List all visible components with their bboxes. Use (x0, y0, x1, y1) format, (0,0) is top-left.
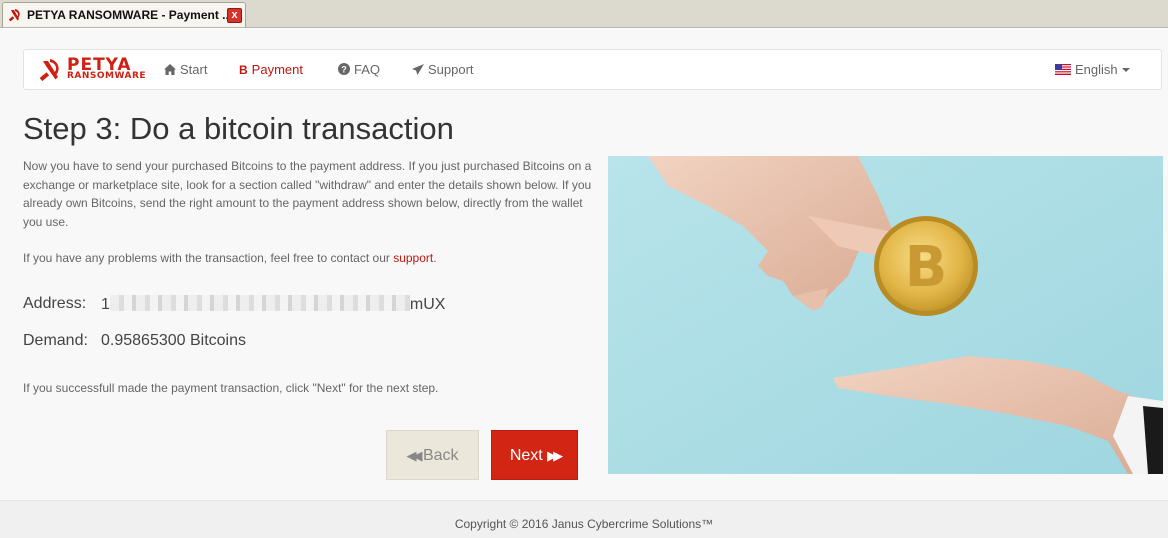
hammer-sickle-icon (39, 59, 59, 82)
support-link[interactable]: support (393, 251, 433, 265)
support-text-body: If you have any problems with the transa… (23, 251, 394, 265)
send-icon (412, 63, 424, 77)
nav-item-start-label: Start (180, 62, 208, 77)
forward-icon: ▶▶ (547, 448, 563, 463)
demand-label: Demand: (23, 332, 88, 349)
backward-icon: ◀◀ (406, 448, 422, 463)
page-title: Step 3: Do a bitcoin transaction (23, 111, 454, 146)
chevron-down-icon (1121, 68, 1130, 72)
home-icon (164, 63, 176, 77)
nav-item-payment-label: Payment (251, 62, 303, 77)
nav-item-support[interactable]: Support (412, 62, 474, 77)
demand-row: Demand: 0.95865300 Bitcoins (23, 332, 246, 350)
svg-text:B: B (905, 235, 948, 300)
language-label: English (1075, 62, 1118, 77)
question-circle-icon: ? (338, 63, 350, 77)
support-text: If you have any problems with the transa… (23, 249, 593, 268)
language-dropdown[interactable]: English (1055, 62, 1130, 77)
back-button[interactable]: ◀◀ Back (386, 430, 479, 480)
back-button-label: Back (422, 447, 459, 464)
address-suffix: mUX (409, 296, 446, 313)
nav-item-faq[interactable]: ? FAQ (338, 62, 380, 77)
hammer-sickle-icon (8, 9, 20, 22)
next-button-label: Next (509, 447, 543, 464)
nav-item-faq-label: FAQ (354, 62, 381, 77)
support-text-end: . (433, 251, 437, 265)
logo-text-ransomware: RANSOMWARE (67, 71, 147, 81)
tab-close-button[interactable]: x (227, 8, 242, 23)
bitcoin-handover-photo: B (608, 156, 1163, 474)
tab-title: PETYA RANSOMWARE - Payment ... (27, 8, 233, 22)
browser-tab-strip: PETYA RANSOMWARE - Payment ... x (0, 0, 1168, 28)
address-value[interactable]: 1 mUX (101, 295, 445, 314)
demand-value: 0.95865300 Bitcoins (101, 332, 246, 349)
address-label: Address: (23, 295, 87, 312)
nav-item-payment[interactable]: B Payment (239, 62, 303, 77)
next-button[interactable]: Next ▶▶ (491, 430, 578, 480)
browser-tab[interactable]: PETYA RANSOMWARE - Payment ... x (2, 2, 246, 27)
navbar: PETYA RANSOMWARE Start B Payment ? FAQ Su… (23, 49, 1162, 90)
address-prefix: 1 (101, 296, 110, 313)
petya-logo[interactable]: PETYA RANSOMWARE (39, 55, 147, 84)
redacted-address (109, 295, 410, 311)
nav-item-support-label: Support (428, 62, 474, 77)
footer: Copyright © 2016 Janus Cybercrime Soluti… (0, 500, 1168, 538)
page: PETYA RANSOMWARE Start B Payment ? FAQ Su… (0, 29, 1168, 538)
svg-text:?: ? (341, 65, 347, 75)
copyright-text: Copyright © 2016 Janus Cybercrime Soluti… (454, 517, 714, 531)
intro-text: Now you have to send your purchased Bitc… (23, 159, 592, 229)
bitcoin-icon: B (239, 63, 248, 77)
us-flag-icon (1055, 64, 1071, 75)
address-row: Address: 1 mUX (23, 295, 445, 313)
next-hint: If you successfull made the payment tran… (23, 381, 439, 395)
nav-item-start[interactable]: Start (164, 62, 207, 77)
